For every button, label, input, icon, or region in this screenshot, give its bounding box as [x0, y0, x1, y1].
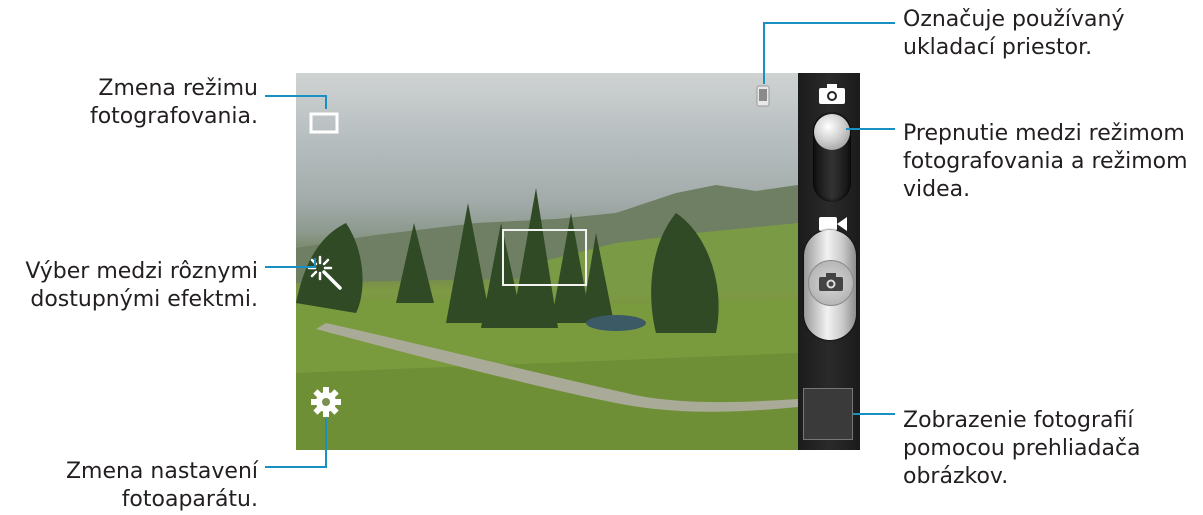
callout-shooting-mode: Zmena režimu fotografovania. [89, 76, 258, 129]
callout-line-storage [763, 22, 895, 24]
phone-storage-icon [755, 85, 771, 107]
mode-switch[interactable] [813, 112, 851, 202]
callout-line-mode-switch [846, 128, 895, 130]
callout-settings: Zmena nastavení fotoaparátu. [65, 459, 258, 512]
focus-frame[interactable] [502, 229, 587, 286]
image-thumbnail[interactable] [803, 388, 853, 440]
callout-mode-switch: Prepnutie medzi režimom fotografovania a… [903, 121, 1188, 202]
callout-image-viewer: Zobrazenie fotografií pomocou prehliadač… [903, 408, 1141, 489]
callout-line-effects [265, 266, 315, 268]
camera-icon [818, 83, 846, 105]
callout-line-effects-v [314, 258, 316, 268]
gear-icon[interactable] [309, 385, 343, 419]
callout-effects: Výber medzi rôznymi dostupnými efektmi. [25, 259, 258, 312]
callout-line-storage-v [763, 22, 765, 84]
camera-icon [818, 272, 844, 292]
square-frame-icon[interactable] [309, 111, 339, 135]
callout-line-shooting-mode-v [325, 95, 327, 109]
callout-line-settings-v [325, 418, 327, 468]
shutter-ring [808, 260, 854, 306]
callout-line-shooting-mode [265, 95, 326, 97]
callout-line-settings [265, 466, 326, 468]
magic-wand-icon[interactable] [306, 254, 346, 294]
shutter-button[interactable] [804, 230, 856, 340]
callout-storage: Označuje používaný ukladací priestor. [903, 7, 1125, 60]
callout-line-image-viewer [853, 413, 895, 415]
mode-switch-knob[interactable] [814, 114, 850, 150]
